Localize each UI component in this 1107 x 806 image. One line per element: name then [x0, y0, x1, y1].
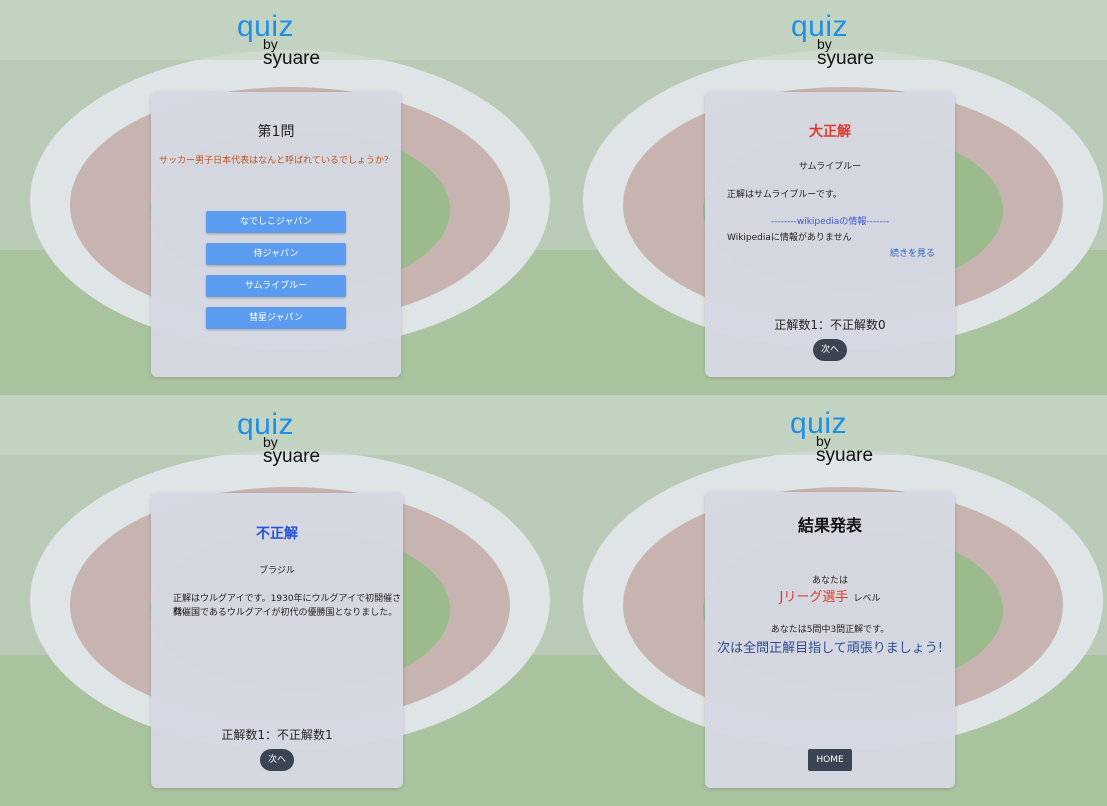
- home-button[interactable]: HOME: [808, 749, 852, 771]
- logo-author-text: syuare: [263, 446, 321, 467]
- final-result-screen: quiz by syuare 結果発表 あなたは Jリーグ選手 レベル あなたは…: [553, 395, 1107, 806]
- verdict-correct: 大正解: [809, 124, 851, 140]
- next-button[interactable]: 次へ: [260, 749, 294, 771]
- question-text: サッカー男子日本代表はなんと呼ばれているでしょうか？: [159, 156, 393, 166]
- verdict-wrong: 不正解: [256, 526, 298, 542]
- question-screen: quiz by syuare 第1問 サッカー男子日本代表はなんと呼ばれているで…: [0, 0, 553, 395]
- app-logo[interactable]: quiz by syuare: [237, 10, 337, 76]
- choice-button-3[interactable]: サムライブルー: [206, 275, 346, 297]
- wiki-text: Wikipediaに情報がありません: [727, 233, 852, 243]
- result-card: 大正解 サムライブルー 正解はサムライブルーです。 --------wikipe…: [705, 92, 955, 377]
- score-summary: あなたは5問中3問正解です。: [770, 625, 890, 635]
- level-name: Jリーグ選手: [779, 590, 849, 605]
- selected-answer: ブラジル: [259, 566, 295, 576]
- score-text: 正解数1：不正解数0: [774, 318, 886, 332]
- wrong-answer-screen: quiz by syuare 不正解 ブラジル 正解はウルグアイです。1930年…: [0, 395, 553, 806]
- score-text: 正解数1：不正解数1: [221, 728, 333, 742]
- result-card: 不正解 ブラジル 正解はウルグアイです。1930年にウルグアイで初開催され、 開…: [151, 493, 403, 788]
- question-number: 第1問: [257, 124, 295, 140]
- read-more-link[interactable]: 続きを見る: [890, 246, 935, 259]
- next-button[interactable]: 次へ: [813, 339, 847, 361]
- app-logo[interactable]: quiz by syuare: [791, 10, 891, 76]
- choice-button-2[interactable]: 侍ジャパン: [206, 243, 346, 265]
- wiki-section-header: --------wikipediaの情報-------: [770, 217, 890, 227]
- logo-author-text: syuare: [263, 48, 321, 69]
- level-suffix: レベル: [853, 594, 881, 604]
- app-logo[interactable]: quiz by syuare: [237, 408, 337, 474]
- explanation-text: 正解はサムライブルーです。: [727, 190, 842, 200]
- correct-answer-screen: quiz by syuare 大正解 サムライブルー 正解はサムライブルーです。…: [553, 0, 1107, 395]
- selected-answer: サムライブルー: [798, 162, 862, 172]
- logo-author-text: syuare: [817, 48, 875, 69]
- logo-author-text: syuare: [816, 445, 874, 466]
- question-card: 第1問 サッカー男子日本代表はなんと呼ばれているでしょうか？ なでしこジャパン …: [151, 92, 401, 377]
- level-line: Jリーグ選手 レベル: [705, 586, 955, 605]
- final-result-card: 結果発表 あなたは Jリーグ選手 レベル あなたは5問中3問正解です。 次は全問…: [705, 492, 955, 788]
- app-logo[interactable]: quiz by syuare: [790, 407, 890, 473]
- explanation-line-2: 開催国であるウルグアイが初代の優勝国となりました。: [173, 608, 398, 618]
- you-are-text: あなたは: [811, 576, 848, 586]
- result-title: 結果発表: [797, 516, 862, 535]
- encouragement-text: 次は全問正解目指して頑張りましょう!: [717, 641, 943, 656]
- choice-button-1[interactable]: なでしこジャパン: [206, 211, 346, 233]
- choice-button-4[interactable]: 彗星ジャパン: [206, 307, 346, 329]
